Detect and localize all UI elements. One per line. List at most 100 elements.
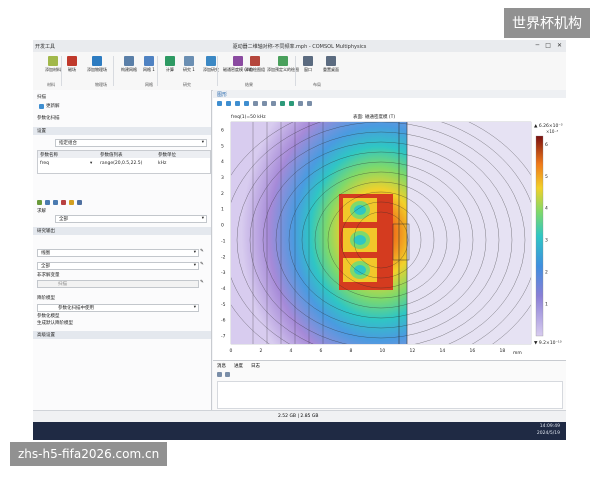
x-tick-label: 14 — [440, 348, 446, 354]
ribbon-toolbar: 添加材料 磁场 添加物理场 构建网格 网格 1 计算 研究 1 添加研究 磁通密度模 (mf) 添… — [33, 52, 566, 91]
ribbon-separator — [217, 56, 218, 86]
edit-icon[interactable]: ✎ — [200, 249, 204, 254]
y-tick-label: -2 — [221, 254, 226, 260]
edit-icon[interactable]: ✎ — [200, 280, 204, 285]
title-bar: 开发工具 驱动器二维轴对称-不同频率.mph - COMSOL Multiphy… — [33, 40, 566, 52]
section-settings[interactable]: 设置 — [33, 127, 211, 135]
coil-dropdown[interactable]: 线圈 ▾ — [37, 249, 199, 257]
zoom-in-icon[interactable] — [217, 101, 222, 106]
ribbon-button[interactable]: 构建网格 — [121, 56, 137, 73]
model-label: 参数化模型 — [37, 314, 60, 319]
clear-icon[interactable] — [217, 372, 222, 377]
folder-icon[interactable] — [69, 200, 74, 205]
ribbon-separator — [113, 56, 114, 86]
messages-tab[interactable]: 消息 — [217, 363, 226, 369]
image-icon[interactable] — [307, 101, 312, 106]
ribbon-button-icon — [183, 56, 194, 66]
ribbon-button-icon — [303, 56, 313, 66]
window-title: 驱动器二维轴对称-不同频率.mph - COMSOL Multiphysics — [232, 44, 367, 50]
add-icon[interactable] — [37, 200, 42, 205]
ribbon-button-label: 磁场 — [68, 67, 76, 72]
colorbar-tick-label: 1 — [545, 302, 548, 308]
edit-icon[interactable]: ✎ — [200, 262, 204, 267]
graphics-toolbar — [217, 101, 312, 106]
zoom-box-icon[interactable] — [235, 101, 240, 106]
move-down-icon[interactable] — [53, 200, 58, 205]
section-study-output[interactable]: 研究输出 — [33, 227, 211, 235]
ribbon-button-label: 计算 — [166, 67, 174, 72]
ribbon-button[interactable]: 添加物理场 — [87, 56, 107, 73]
save-icon[interactable] — [77, 200, 82, 205]
y-tick-label: -4 — [221, 286, 226, 292]
update-solution-button[interactable]: 更新解 — [46, 103, 60, 109]
output-dropdown[interactable]: 全部 ▾ — [55, 215, 207, 223]
y-tick-label: 3 — [221, 175, 224, 181]
ribbon-button[interactable]: 磁场 — [67, 56, 77, 73]
x-tick-label: 2 — [260, 348, 263, 354]
table-cell-name[interactable]: freq — [40, 161, 49, 166]
ribbon-button-icon — [326, 56, 336, 66]
ribbon-button[interactable]: 网格 1 — [143, 56, 155, 73]
ribbon-button-icon — [124, 56, 134, 66]
magnetic-field-plot[interactable]: freq(1)=50 kHz 表面: 磁通密度模 (T) 0 2 4 6 8 1… — [213, 110, 566, 360]
ribbon-group-label: 结果 — [245, 82, 253, 87]
section-output-label: 求解 — [37, 209, 46, 214]
camera-icon[interactable] — [289, 101, 294, 106]
move-up-icon[interactable] — [45, 200, 50, 205]
close-icon[interactable]: ✕ — [557, 42, 562, 49]
table-cell-values[interactable]: range(20,0.5,22.5) — [100, 161, 142, 166]
ribbon-button-icon — [143, 56, 154, 66]
ribbon-button-label: 重置桌面 — [323, 67, 339, 72]
messages-toolbar — [217, 372, 230, 377]
select-icon[interactable] — [262, 101, 267, 106]
colorbar — [535, 135, 544, 337]
section-advanced[interactable]: 高级设置 — [33, 331, 211, 339]
chevron-down-icon: ▾ — [193, 250, 196, 255]
table-toolbar — [37, 200, 82, 205]
ribbon-button-label: 添加绘图组 — [245, 67, 265, 72]
colorbar-min: ▼ 9.2×10⁻¹⁰ — [534, 340, 562, 346]
chevron-down-icon[interactable]: ▾ — [90, 161, 92, 166]
ribbon-button[interactable]: 重置桌面 — [323, 56, 339, 73]
y-tick-label: -3 — [221, 270, 226, 276]
ribbon-button[interactable]: 计算 — [165, 56, 175, 73]
clock-time: 14:09:49 — [539, 424, 560, 429]
filter-icon[interactable] — [225, 372, 230, 377]
ribbon-button-label: 窗口 — [304, 67, 312, 72]
ribbon-separator — [295, 56, 296, 86]
ribbon-button[interactable]: 添加材料 — [45, 56, 61, 73]
delete-icon[interactable] — [61, 200, 66, 205]
ribbon-button[interactable]: 研究 1 — [183, 56, 195, 73]
ribbon-button[interactable]: 窗口 — [303, 56, 313, 73]
ribbon-group-label: 网格 — [145, 82, 153, 87]
sweep-dropdown[interactable]: 扫描 — [37, 280, 199, 288]
pan-icon[interactable] — [253, 101, 258, 106]
messages-tab[interactable]: 进度 — [234, 363, 243, 369]
messages-tab[interactable]: 日志 — [251, 363, 260, 369]
y-tick-label: 6 — [221, 127, 224, 133]
ribbon-button[interactable]: 添加绘图组 — [245, 56, 265, 73]
x-axis: 0 2 4 6 8 10 12 14 16 18 — [230, 348, 506, 354]
colorbar-ticks: 6 5 4 3 2 1 — [545, 142, 548, 308]
sweep-type-dropdown[interactable]: 指定组合 ▾ — [55, 139, 207, 147]
y-tick-label: 2 — [221, 191, 224, 197]
selection-dropdown[interactable]: 全部 ▾ — [37, 262, 199, 270]
zoom-out-icon[interactable] — [226, 101, 231, 106]
reduced-model-dropdown[interactable]: 参数化扫描中使用 ▾ — [37, 304, 199, 312]
graphics-tab[interactable]: 图形 — [217, 91, 227, 98]
table-cell-unit[interactable]: kHz — [158, 161, 166, 166]
grid-icon[interactable] — [271, 101, 276, 106]
reduced-model-label: 降阶模型 — [37, 296, 55, 301]
y-tick-label: 1 — [221, 207, 224, 213]
x-tick-label: 0 — [230, 348, 233, 354]
y-tick-label: 4 — [221, 159, 224, 165]
colorbar-exponent: ×10⁻³ — [546, 129, 559, 134]
y-tick-label: -6 — [221, 318, 226, 324]
print-icon[interactable] — [298, 101, 303, 106]
y-tick-label: -1 — [221, 238, 226, 244]
y-tick-label: 0 — [221, 223, 224, 229]
minimize-icon[interactable]: ─ — [536, 42, 540, 49]
view-icon[interactable] — [280, 101, 285, 106]
maximize-icon[interactable]: □ — [545, 42, 551, 49]
zoom-extents-icon[interactable] — [244, 101, 249, 106]
